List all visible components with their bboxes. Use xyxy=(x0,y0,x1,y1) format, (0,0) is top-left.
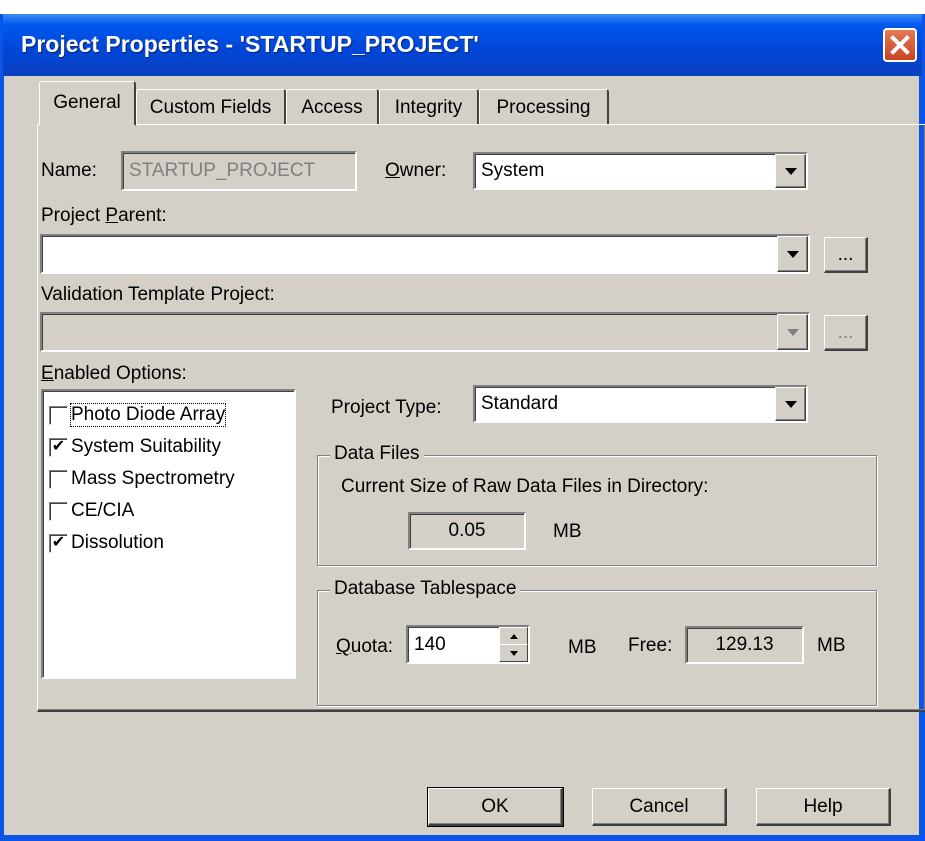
project-type-label: Project Type: xyxy=(331,397,442,418)
free-space-value: 129.13 xyxy=(715,634,774,655)
option-system-suitability[interactable]: ✔ System Suitability xyxy=(49,431,221,463)
option-ce-cia[interactable]: CE/CIA xyxy=(49,495,134,527)
tab-access[interactable]: Access xyxy=(286,89,379,125)
chevron-down-icon xyxy=(509,650,518,656)
quota-decrement-button[interactable] xyxy=(499,644,528,662)
option-dissolution[interactable]: ✔ Dissolution xyxy=(49,527,164,559)
data-files-size-field: 0.05 xyxy=(408,512,526,550)
owner-label: Owner: xyxy=(385,160,447,181)
name-field: STARTUP_PROJECT xyxy=(121,151,357,191)
free-space-unit: MB xyxy=(817,635,846,656)
tab-label: Access xyxy=(301,96,363,118)
owner-dropdown-button[interactable] xyxy=(775,154,806,188)
validation-template-browse-button: ... xyxy=(824,315,868,351)
data-files-legend: Data Files xyxy=(330,443,424,465)
quota-spinner[interactable]: 140 xyxy=(406,625,530,664)
close-icon xyxy=(890,35,910,55)
option-mass-spectrometry[interactable]: Mass Spectrometry xyxy=(49,463,235,495)
project-type-dropdown[interactable]: Standard xyxy=(473,385,808,423)
quota-increment-button[interactable] xyxy=(499,627,528,645)
database-tablespace-legend: Database Tablespace xyxy=(330,578,521,600)
checkbox[interactable]: ✔ xyxy=(49,437,68,457)
name-label: Name: xyxy=(41,160,97,181)
validation-template-label: Validation Template Project: xyxy=(41,284,275,305)
cancel-button[interactable]: Cancel xyxy=(592,788,727,826)
project-type-dropdown-button[interactable] xyxy=(775,387,806,421)
data-files-size-value: 0.05 xyxy=(448,520,486,541)
enabled-options-label: Enabled Options: xyxy=(41,363,187,384)
chevron-up-icon xyxy=(509,633,518,639)
tab-integrity[interactable]: Integrity xyxy=(379,89,479,125)
validation-template-dropdown-button xyxy=(777,314,808,350)
validation-template-dropdown xyxy=(40,312,810,352)
data-files-size-unit: MB xyxy=(553,521,582,542)
option-label: Mass Spectrometry xyxy=(71,468,235,489)
tab-custom-fields[interactable]: Custom Fields xyxy=(136,89,286,125)
checkbox[interactable] xyxy=(49,501,68,521)
checkmark-icon: ✔ xyxy=(51,438,66,455)
project-parent-dropdown-button[interactable] xyxy=(777,236,808,272)
tab-label: Integrity xyxy=(394,96,463,118)
chevron-down-icon xyxy=(786,250,799,258)
owner-dropdown[interactable]: System xyxy=(473,152,808,190)
tab-label: Processing xyxy=(496,96,591,118)
tab-general[interactable]: General xyxy=(39,81,136,126)
option-label: Dissolution xyxy=(71,532,164,553)
quota-value: 140 xyxy=(414,633,446,655)
project-parent-label: Project Parent: xyxy=(41,205,167,226)
ok-button[interactable]: OK xyxy=(427,787,564,827)
option-label: System Suitability xyxy=(71,436,221,457)
data-files-group xyxy=(317,455,877,566)
checkbox[interactable]: ✔ xyxy=(49,533,68,553)
tab-processing[interactable]: Processing xyxy=(479,89,609,125)
option-photo-diode-array[interactable]: Photo Diode Array xyxy=(49,399,227,431)
checkmark-icon: ✔ xyxy=(51,534,66,551)
help-button[interactable]: Help xyxy=(756,788,891,826)
dialog-window: Project Properties - 'STARTUP_PROJECT' G… xyxy=(0,14,925,841)
checkbox[interactable] xyxy=(49,469,68,489)
dialog-body: General Custom Fields Access Integrity P… xyxy=(4,76,925,835)
option-label: Photo Diode Array xyxy=(69,403,227,427)
free-space-field: 129.13 xyxy=(685,626,804,664)
free-label: Free: xyxy=(628,635,673,656)
project-type-value: Standard xyxy=(481,393,559,414)
title-bar[interactable]: Project Properties - 'STARTUP_PROJECT' xyxy=(3,14,922,76)
enabled-options-list[interactable]: Photo Diode Array ✔ System Suitability Ma… xyxy=(41,389,296,679)
project-parent-browse-button[interactable]: ... xyxy=(824,237,868,273)
close-button[interactable] xyxy=(883,28,917,62)
option-label: CE/CIA xyxy=(71,500,135,521)
chevron-down-icon xyxy=(786,328,799,336)
chevron-down-icon xyxy=(784,400,797,408)
window-title: Project Properties - 'STARTUP_PROJECT' xyxy=(21,31,479,57)
quota-label: Quota: xyxy=(336,636,394,657)
quota-unit: MB xyxy=(568,637,597,658)
name-value: STARTUP_PROJECT xyxy=(129,160,316,181)
project-parent-dropdown[interactable] xyxy=(40,234,810,274)
chevron-down-icon xyxy=(784,167,797,175)
tab-label: Custom Fields xyxy=(149,96,272,118)
tab-label: General xyxy=(53,92,121,113)
data-files-description: Current Size of Raw Data Files in Direct… xyxy=(341,476,709,497)
owner-value: System xyxy=(481,160,545,181)
checkbox[interactable] xyxy=(49,405,68,425)
